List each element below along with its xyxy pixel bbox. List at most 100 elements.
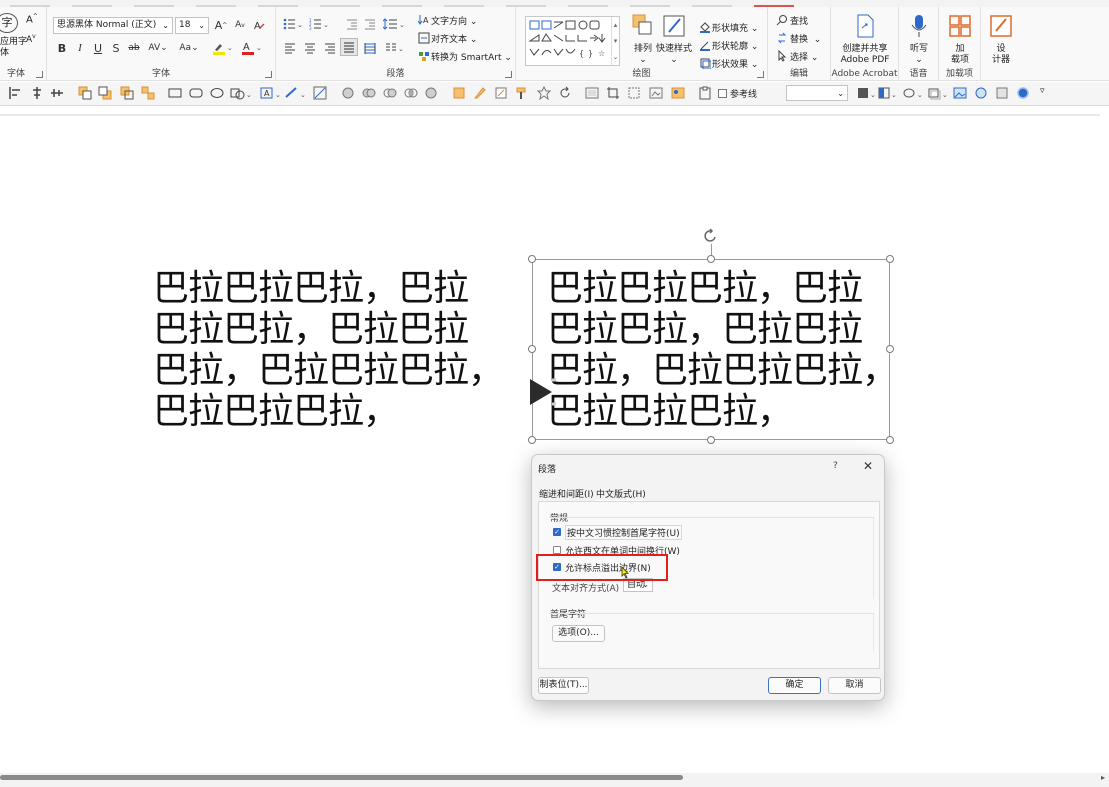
resize-handle-bottom-right[interactable] <box>886 436 894 444</box>
circle-effect-icon[interactable] <box>974 86 988 100</box>
picture-color-icon[interactable] <box>671 86 685 100</box>
replace-icon[interactable] <box>774 30 790 46</box>
close-icon[interactable]: ✕ <box>863 459 873 473</box>
bullets-icon[interactable]: ⌄ <box>282 16 304 32</box>
help-button[interactable]: ? <box>833 461 838 471</box>
apply-font-icon[interactable]: 字 <box>0 13 18 33</box>
underline-icon[interactable]: U <box>91 40 105 56</box>
connector-icon[interactable]: ⌄ <box>903 86 925 100</box>
horizontal-scrollbar[interactable]: ▸ <box>0 773 1109 787</box>
rotate-icon[interactable] <box>558 86 572 100</box>
resize-handle-top[interactable] <box>707 255 715 263</box>
intersect-shapes-icon[interactable] <box>404 86 418 100</box>
gallery-more-icon[interactable]: ▴ ▾ ⌄ <box>611 17 619 65</box>
dialog-launcher-icon[interactable] <box>505 71 512 78</box>
text-direction-label[interactable]: 文字方向 ⌄ <box>431 14 477 27</box>
line-spacing-icon[interactable]: ⌄ <box>382 16 406 32</box>
tab-asian-typography[interactable]: 中文版式(H) <box>596 487 646 501</box>
font-color-icon[interactable]: A ⌄ <box>240 40 264 56</box>
find-label[interactable]: 查找 <box>790 14 808 27</box>
resize-handle-top-right[interactable] <box>886 255 894 263</box>
resize-icon[interactable] <box>627 86 641 100</box>
dialog-launcher-icon[interactable] <box>757 71 764 78</box>
resize-handle-right[interactable] <box>886 345 894 353</box>
grow-font-icon[interactable]: A^ <box>26 13 38 25</box>
text-box-icon[interactable]: A ⌄ <box>260 86 282 100</box>
shape-fill-icon[interactable] <box>697 19 713 35</box>
strikethrough-icon[interactable]: ab <box>127 40 141 56</box>
align-text-icon[interactable] <box>416 30 432 46</box>
options-button[interactable]: 选项(O)... <box>552 625 605 642</box>
shape-outline-icon[interactable] <box>697 37 713 53</box>
format-painter-icon[interactable] <box>515 86 529 100</box>
align-center-object-icon[interactable] <box>30 86 44 100</box>
columns-icon[interactable]: ⌄ <box>384 40 406 56</box>
align-left-object-icon[interactable] <box>8 86 22 100</box>
tab-indent-spacing[interactable]: 缩进和间距(I) <box>539 487 594 500</box>
text-direction-icon[interactable]: A <box>416 12 432 28</box>
resize-handle-top-left[interactable] <box>528 255 536 263</box>
reference-line-checkbox[interactable] <box>718 89 727 98</box>
ok-button[interactable]: 确定 <box>768 677 821 694</box>
align-middle-object-icon[interactable] <box>50 86 64 100</box>
bold-icon[interactable]: B <box>55 40 69 56</box>
smartart-icon[interactable] <box>416 48 432 64</box>
select-pointer-icon[interactable] <box>774 48 790 64</box>
dialog-launcher-icon[interactable] <box>265 71 272 78</box>
fill-color-icon[interactable] <box>452 86 466 100</box>
oval-shape-icon[interactable] <box>210 86 224 100</box>
tabs-button[interactable]: 制表位(T)... <box>538 677 589 694</box>
align-center-icon[interactable] <box>302 40 318 56</box>
fragment-shapes-icon[interactable] <box>383 86 397 100</box>
rectangle-shape-icon[interactable] <box>168 86 182 100</box>
shadow-icon[interactable]: S <box>109 40 123 56</box>
justify-icon[interactable] <box>340 38 358 56</box>
italic-icon[interactable]: I <box>73 40 87 56</box>
increase-indent-icon[interactable] <box>362 16 378 32</box>
convert-smartart-label[interactable]: 转换为 SmartArt ⌄ <box>431 50 512 63</box>
preset-icon[interactable] <box>995 86 1009 100</box>
shadow-effect-icon[interactable]: ⌄ <box>928 86 950 100</box>
shape-outline-label[interactable]: 形状轮廓 ⌄ <box>712 39 758 52</box>
shrink-font-icon[interactable]: Av <box>232 17 248 33</box>
star-shape-icon[interactable] <box>537 86 551 100</box>
merge-shapes-icon[interactable] <box>341 86 355 100</box>
ungroup-objects-icon[interactable] <box>141 86 155 100</box>
addins-button[interactable]: 加 载项 <box>940 11 980 67</box>
checkbox-unchecked-icon[interactable] <box>553 546 561 554</box>
scrollbar-thumb[interactable] <box>0 775 683 780</box>
shrink-font-icon[interactable]: Av <box>26 33 36 45</box>
resize-handle-bottom-left[interactable] <box>528 436 536 444</box>
shape-effects-label[interactable]: 形状效果 ⌄ <box>712 57 758 70</box>
combine-shapes-icon[interactable] <box>362 86 376 100</box>
send-backward-icon[interactable] <box>98 86 112 100</box>
align-right-icon[interactable] <box>322 40 338 56</box>
glow-effect-icon[interactable] <box>1016 86 1030 100</box>
distributed-icon[interactable] <box>362 40 378 56</box>
font-name-combo[interactable]: 思源黑体 Normal (正文) ⌄ <box>53 17 173 34</box>
clear-format-icon[interactable]: A <box>251 17 267 33</box>
shapes-gallery[interactable]: { } ☆ ▴ ▾ ⌄ <box>525 16 620 66</box>
outline-color-icon[interactable] <box>473 86 487 100</box>
char-spacing-icon[interactable]: AV⌄ <box>146 40 170 56</box>
apply-font-label[interactable]: 应用字 体 <box>0 37 27 59</box>
shape-fill-label[interactable]: 形状填充 ⌄ <box>712 21 758 34</box>
cancel-button[interactable]: 取消 <box>828 677 881 694</box>
toolbar-more-icon[interactable]: ▿ <box>1040 86 1045 96</box>
resize-handle-left[interactable] <box>528 345 536 353</box>
bring-forward-icon[interactable] <box>78 86 92 100</box>
option-row-1[interactable]: ✓ 按中文习惯控制首尾字符(U) <box>553 524 682 540</box>
group-objects-icon[interactable] <box>120 86 134 100</box>
rotate-handle-icon[interactable] <box>703 228 719 244</box>
dictate-button[interactable]: 听写 ⌄ <box>899 11 939 67</box>
replace-label[interactable]: 替换 ⌄ <box>790 32 821 45</box>
select-label[interactable]: 选择 ⌄ <box>790 50 818 63</box>
align-left-icon[interactable] <box>282 40 298 56</box>
numbering-icon[interactable]: 1 2 3 ⌄ <box>308 16 330 32</box>
scroll-right-icon[interactable]: ▸ <box>1101 773 1105 782</box>
text-fill-icon[interactable] <box>494 86 508 100</box>
toolbar-dropdown[interactable]: ⌄ <box>786 85 848 101</box>
shape-effects-icon[interactable] <box>697 55 713 71</box>
line-style-icon[interactable]: ⌄ <box>857 86 877 100</box>
highlight-color-icon[interactable]: ⌄ <box>211 40 235 56</box>
